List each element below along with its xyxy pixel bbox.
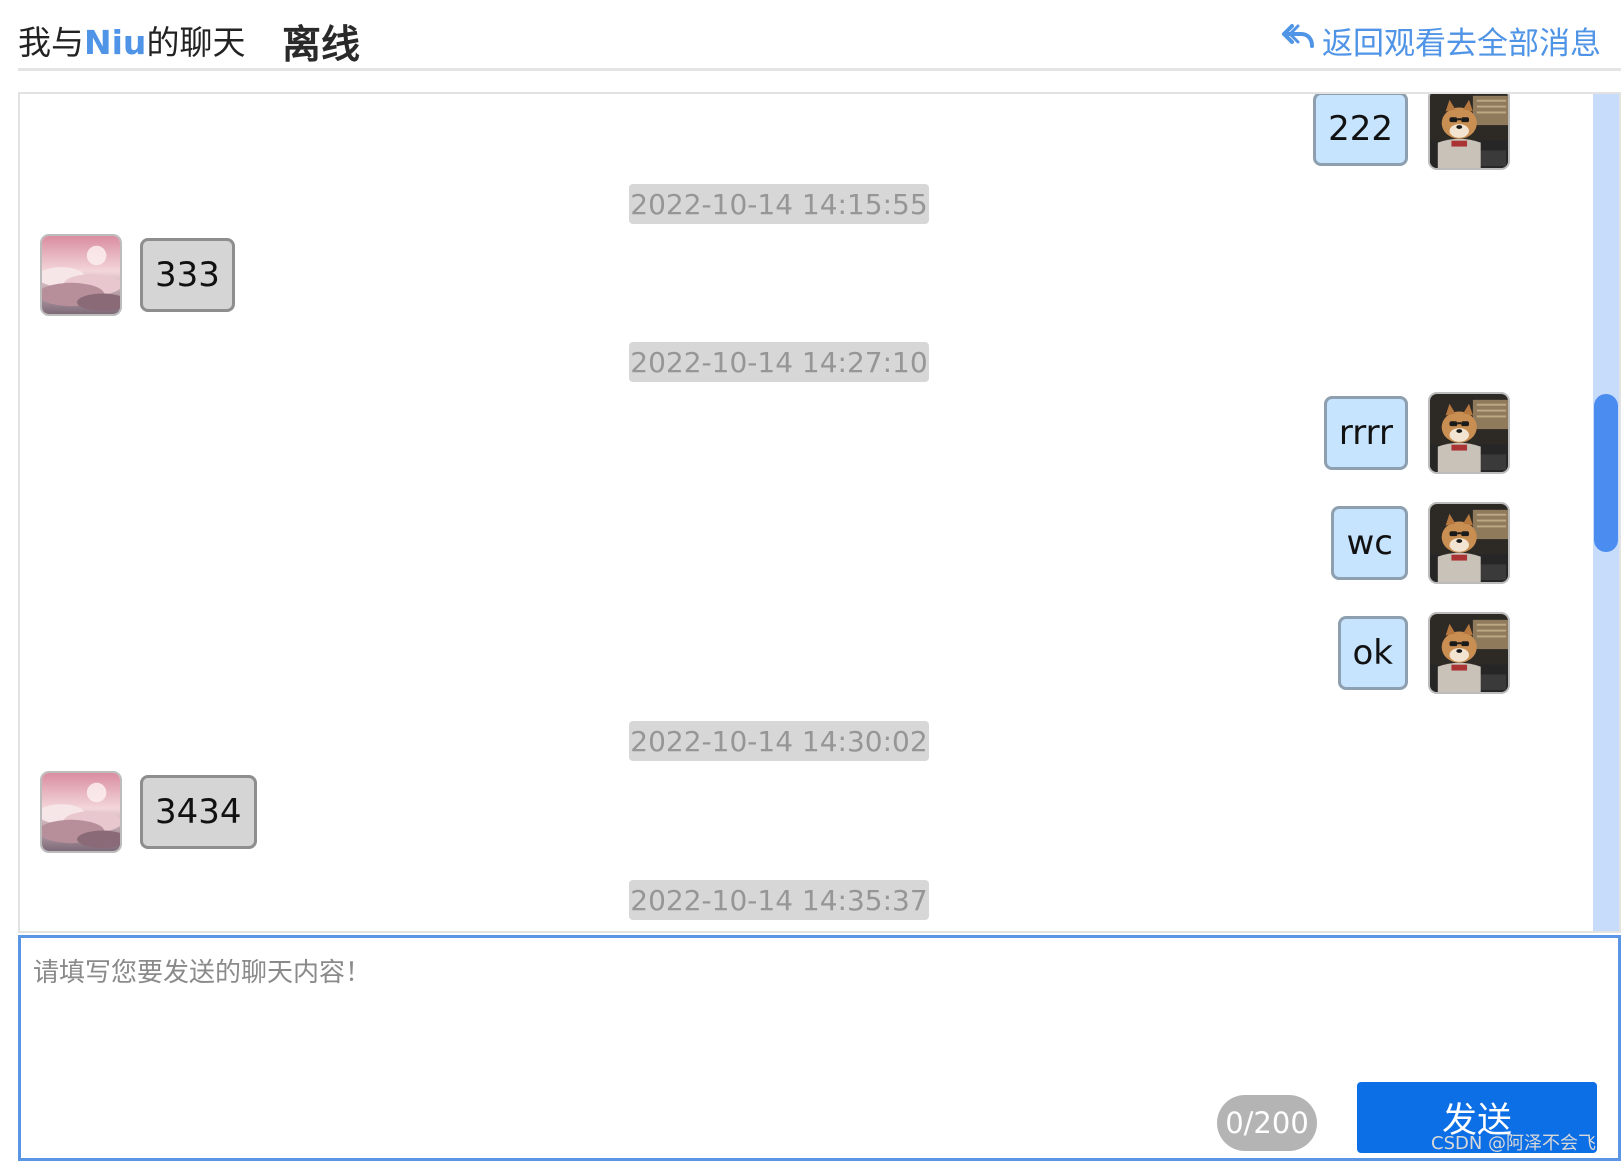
message-timestamp: 2022-10-14 14:35:37 xyxy=(629,880,929,920)
message-timestamp: 2022-10-14 14:30:02 xyxy=(629,721,929,761)
message-list-content: 222 2022-10-14 14:15:55 333 2022-10-14 14:2… xyxy=(20,94,1598,931)
dog-avatar-icon[interactable] xyxy=(1428,502,1510,584)
title-prefix: 我与 xyxy=(18,23,84,62)
dog-avatar-icon[interactable] xyxy=(1428,94,1510,170)
clouds-avatar-icon[interactable] xyxy=(40,771,122,853)
dog-avatar-icon[interactable] xyxy=(1428,612,1510,694)
title-suffix: 的聊天 xyxy=(146,23,246,62)
online-status: 离线 xyxy=(282,23,361,68)
message-timestamp: 2022-10-14 14:15:55 xyxy=(629,184,929,224)
received-message-bubble: 3434 xyxy=(140,775,257,849)
chat-title: 我与Niu的聊天 xyxy=(18,16,245,64)
scrollbar-track[interactable] xyxy=(1593,94,1619,931)
sent-message-bubble: ok xyxy=(1337,616,1408,690)
sent-message-bubble: rrrr xyxy=(1323,396,1408,470)
clouds-avatar-icon[interactable] xyxy=(40,234,122,316)
sent-message-bubble: wc xyxy=(1331,506,1408,580)
reply-arrow-icon xyxy=(1282,22,1314,60)
sent-message-bubble: 222 xyxy=(1313,94,1408,166)
chat-header: 我与Niu的聊天 离线 返回观看去全部消息 xyxy=(18,0,1621,71)
contact-name: Niu xyxy=(84,23,147,62)
back-link-label: 返回观看去全部消息 xyxy=(1322,26,1601,62)
received-message-bubble: 333 xyxy=(140,238,235,312)
scrollbar-thumb[interactable] xyxy=(1594,394,1618,552)
character-counter: 0/200 xyxy=(1217,1095,1317,1151)
watermark-text: CSDN @阿泽不会飞 xyxy=(1431,1133,1597,1154)
message-timestamp: 2022-10-14 14:27:10 xyxy=(629,342,929,382)
message-composer: 0/200 发送 xyxy=(18,935,1621,1161)
back-to-all-messages-link[interactable]: 返回观看去全部消息 xyxy=(1282,18,1601,63)
dog-avatar-icon[interactable] xyxy=(1428,392,1510,474)
message-list[interactable]: 222 2022-10-14 14:15:55 333 2022-10-14 14:2… xyxy=(18,92,1621,933)
